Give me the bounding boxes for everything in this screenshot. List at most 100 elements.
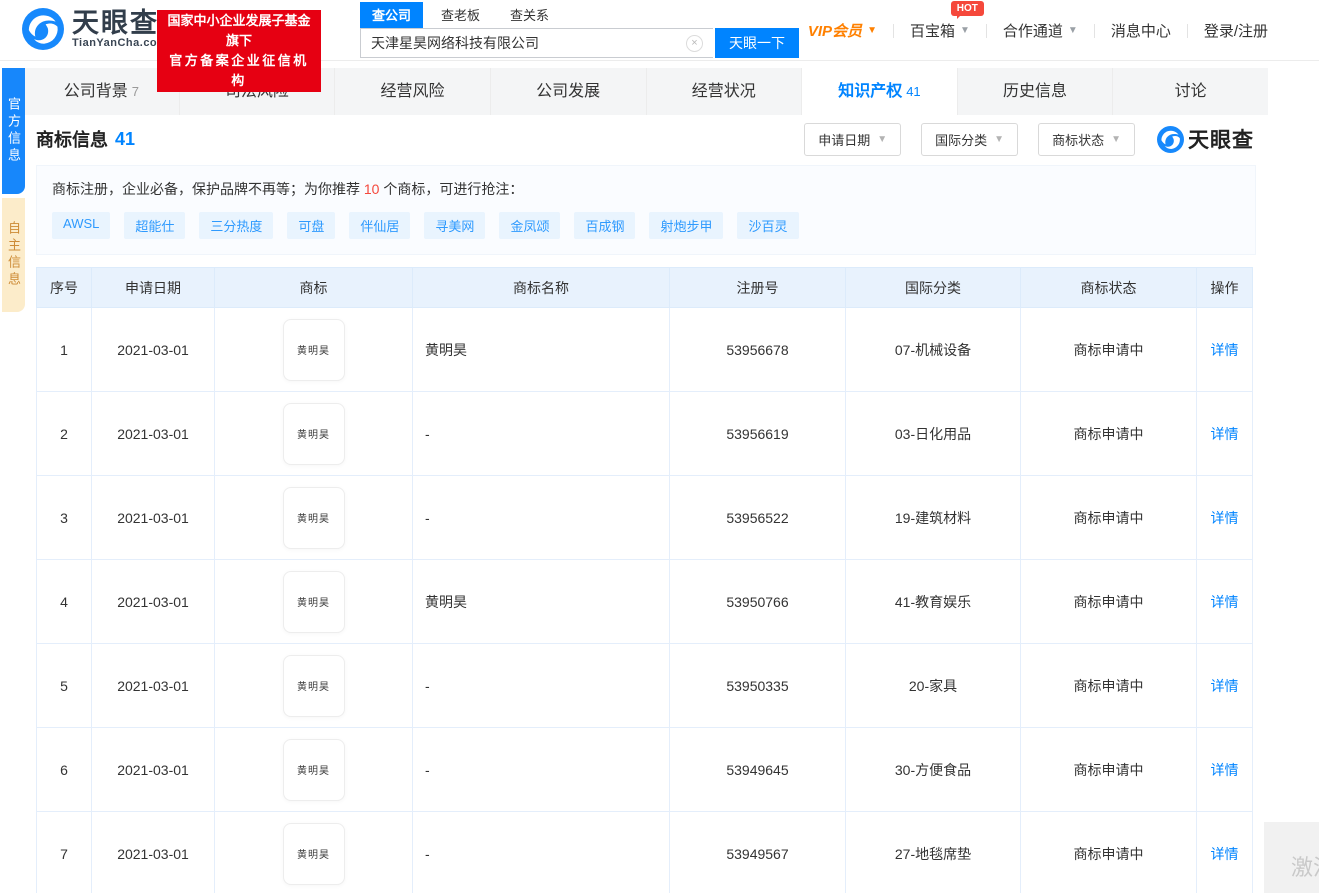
- cell-mark-name: -: [412, 811, 670, 893]
- cell-mark-name: -: [412, 727, 670, 812]
- ribbon-self-info[interactable]: 自主信息: [2, 198, 25, 312]
- gov-certification-badge: 国家中小企业发展子基金旗下 官方备案企业征信机构: [157, 10, 321, 92]
- trademark-image-text: 黄明昊: [297, 514, 330, 525]
- trademark-image[interactable]: 黄明昊: [282, 738, 345, 801]
- detail-link[interactable]: 详情: [1211, 510, 1239, 526]
- cell-index: 7: [36, 811, 92, 893]
- trademark-tag[interactable]: 沙百灵: [737, 212, 799, 239]
- column-header-序号: 序号: [36, 267, 92, 308]
- cell-intl-class: 03-日化用品: [845, 391, 1021, 476]
- promo-text: 商标注册，企业必备，保护品牌不再等；为你推荐 10 个商标，可进行抢注：: [52, 181, 524, 197]
- table-body: 1 2021-03-01 黄明昊 黄明昊 53956678 07-机械设备 商标申请中 详情 2…: [36, 307, 1253, 893]
- trademark-tag[interactable]: 金凤颂: [499, 212, 561, 239]
- cell-status: 商标申请中: [1020, 643, 1197, 728]
- chevron-down-icon: ▼: [994, 133, 1005, 145]
- tab-知识产权[interactable]: 知识产权 41: [802, 68, 958, 115]
- cell-reg-no: 53950335: [669, 643, 846, 728]
- tab-经营状况[interactable]: 经营状况: [647, 68, 803, 115]
- nav-item-百宝箱[interactable]: 百宝箱 ▼ HOT: [909, 1, 984, 41]
- chevron-down-icon: ▼: [1111, 133, 1121, 145]
- cell-status: 商标申请中: [1020, 307, 1197, 392]
- chevron-down-icon: ▼: [959, 25, 970, 36]
- column-header-商标状态: 商标状态: [1020, 267, 1197, 308]
- brand-name: 天眼查: [72, 8, 159, 38]
- search-tab-查关系[interactable]: 查关系: [498, 2, 561, 28]
- tab-label: 历史信息: [1003, 83, 1068, 100]
- filter-申请日期[interactable]: 申请日期 ▼: [804, 122, 902, 156]
- cell-action: 详情: [1196, 727, 1253, 812]
- table-row: 6 2021-03-01 黄明昊 -53949645 30-方便食品 商标申请中 详情: [36, 727, 1253, 812]
- top-bar: 天眼查 TianYanCha.com 国家中小企业发展子基金旗下 官方备案企业征…: [0, 0, 1319, 92]
- cell-action: 详情: [1196, 559, 1253, 644]
- cell-mark-image: 黄明昊: [214, 727, 413, 812]
- section-count: 41: [115, 128, 136, 149]
- trademark-tag[interactable]: AWSL: [52, 212, 111, 239]
- trademark-image-text: 黄明昊: [297, 598, 330, 609]
- nav-item-VIP会员[interactable]: VIP会员 ▼: [808, 20, 877, 41]
- tab-经营风险[interactable]: 经营风险: [335, 68, 491, 115]
- filter-商标状态[interactable]: 商标状态 ▼: [1038, 122, 1135, 156]
- search-tab-查老板[interactable]: 查老板: [429, 2, 492, 28]
- hot-badge: HOT: [950, 1, 984, 19]
- tab-讨论[interactable]: 讨论: [1113, 68, 1268, 115]
- trademark-image[interactable]: 黄明昊: [282, 570, 345, 633]
- trademark-tag[interactable]: 射炮步甲: [649, 212, 724, 239]
- trademark-tag[interactable]: 寻美网: [424, 212, 486, 239]
- search-tab-查公司[interactable]: 查公司: [360, 2, 424, 28]
- cell-status: 商标申请中: [1020, 559, 1197, 644]
- search-area: 查公司查老板查关系 × 天眼一下: [360, 2, 799, 58]
- cell-reg-no: 53950766: [669, 559, 846, 644]
- trademark-tag[interactable]: 伴仙居: [349, 212, 411, 239]
- detail-link[interactable]: 详情: [1211, 678, 1239, 694]
- cell-action: 详情: [1196, 307, 1253, 392]
- cell-intl-class: 27-地毯席垫: [845, 811, 1021, 893]
- trademark-image[interactable]: 黄明昊: [282, 318, 345, 381]
- column-header-商标名称: 商标名称: [412, 267, 670, 308]
- cell-reg-no: 53949567: [669, 811, 846, 893]
- trademark-image[interactable]: 黄明昊: [282, 486, 345, 549]
- nav-divider: [985, 23, 987, 38]
- detail-link[interactable]: 详情: [1211, 594, 1239, 610]
- cell-apply-date: 2021-03-01: [91, 727, 215, 812]
- trademark-tag[interactable]: 超能仕: [124, 212, 186, 239]
- nav-item-消息中心[interactable]: 消息中心: [1111, 20, 1171, 41]
- trademark-image[interactable]: 黄明昊: [282, 402, 345, 465]
- nav-item-label: VIP会员: [807, 23, 863, 40]
- nav-item-登录/注册[interactable]: 登录/注册: [1204, 20, 1268, 41]
- cell-reg-no: 53956522: [669, 475, 846, 560]
- table-header-row: 序号 申请日期 商标 商标名称 注册号 国际分类 商标状态 操作: [36, 267, 1253, 308]
- tianyancha-eye-icon: [22, 8, 64, 50]
- tab-历史信息[interactable]: 历史信息: [958, 68, 1114, 115]
- ribbon-official-info[interactable]: 官方信息: [2, 68, 25, 194]
- cell-mark-image: 黄明昊: [214, 307, 413, 392]
- detail-link[interactable]: 详情: [1211, 762, 1239, 778]
- trademark-tag[interactable]: 可盘: [287, 212, 336, 239]
- cell-reg-no: 53956619: [669, 391, 846, 476]
- clear-search-icon[interactable]: ×: [686, 35, 703, 52]
- tab-label: 知识产权: [838, 83, 903, 100]
- detail-link[interactable]: 详情: [1211, 846, 1239, 862]
- tab-label: 讨论: [1174, 83, 1207, 100]
- cell-index: 2: [36, 391, 92, 476]
- cell-intl-class: 19-建筑材料: [845, 475, 1021, 560]
- top-nav: VIP会员 ▼ 百宝箱 ▼ HOT 合作通道 ▼ 消息中心 登录/注册: [808, 0, 1268, 61]
- recommended-trademark-tags: AWSL 超能仕 三分热度 可盘 伴仙居 寻美网 金凤颂 百成钢 射炮步甲 沙百灵: [52, 212, 1240, 239]
- cell-mark-name: -: [412, 643, 670, 728]
- cell-mark-name: -: [412, 391, 670, 476]
- trademark-tag[interactable]: 百成钢: [574, 212, 636, 239]
- trademark-image[interactable]: 黄明昊: [282, 822, 345, 885]
- search-button[interactable]: 天眼一下: [715, 28, 799, 58]
- nav-item-label: 百宝箱: [909, 23, 955, 40]
- cell-action: 详情: [1196, 643, 1253, 728]
- trademark-section-header: 商标信息 41 申请日期 ▼ 国际分类 ▼ 商标状态 ▼ 天眼查: [24, 115, 1268, 163]
- trademark-tag[interactable]: 三分热度: [199, 212, 274, 239]
- tab-公司发展[interactable]: 公司发展: [491, 68, 647, 115]
- filter-国际分类[interactable]: 国际分类 ▼: [921, 122, 1019, 156]
- detail-link[interactable]: 详情: [1211, 426, 1239, 442]
- tianyancha-logo[interactable]: 天眼查 TianYanCha.com: [22, 8, 167, 50]
- trademark-image[interactable]: 黄明昊: [282, 654, 345, 717]
- search-input[interactable]: [360, 28, 713, 58]
- nav-item-合作通道[interactable]: 合作通道 ▼: [1003, 20, 1078, 41]
- cell-mark-image: 黄明昊: [214, 559, 413, 644]
- detail-link[interactable]: 详情: [1211, 342, 1239, 358]
